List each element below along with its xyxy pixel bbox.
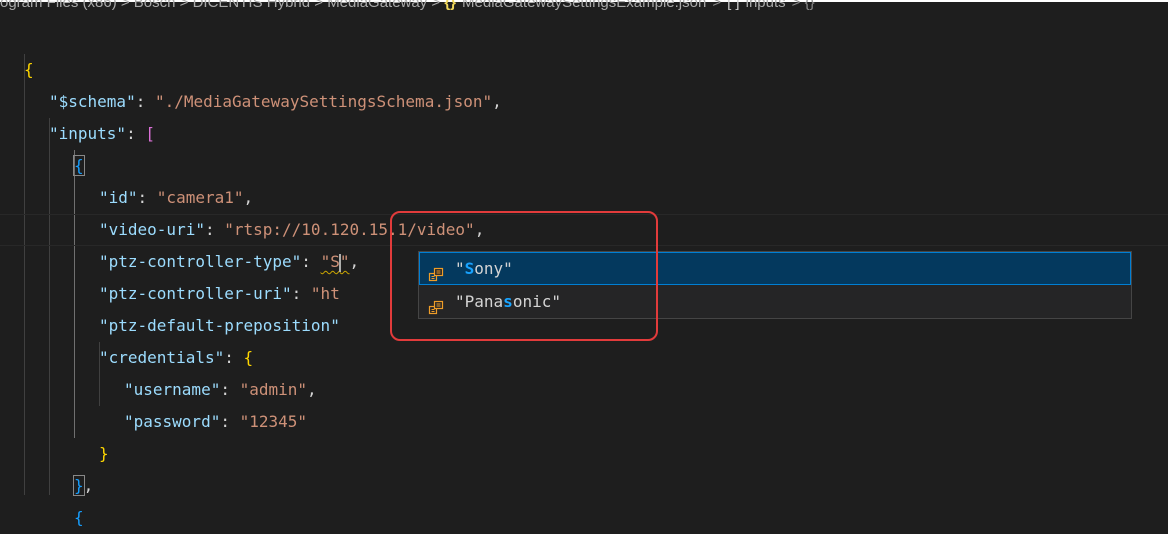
breadcrumb-separator: > <box>712 0 722 11</box>
array-icon: [ ] <box>727 0 740 11</box>
code-line-8[interactable]: "ptz-controller-uri": "ht <box>99 278 340 310</box>
breadcrumb-path[interactable]: ogram Files (x86) > Bosch > DICENTIS Hyb… <box>0 0 440 11</box>
code-line-12[interactable]: "password": "12345" <box>124 406 307 438</box>
code-line-9[interactable]: "ptz-default-preposition" <box>99 310 340 342</box>
code-line-13[interactable]: } <box>99 438 109 470</box>
code-line-7[interactable]: "ptz-controller-type": "S", <box>99 246 359 278</box>
code-line-2[interactable]: "$schema": "./MediaGatewaySettingsSchema… <box>49 86 502 118</box>
annotation-highlight-box <box>390 211 658 341</box>
code-line-11[interactable]: "username": "admin", <box>124 374 317 406</box>
breadcrumb[interactable]: ogram Files (x86) > Bosch > DICENTIS Hyb… <box>0 0 1168 16</box>
breadcrumb-tail[interactable]: > {} <box>786 0 821 11</box>
json-file-icon: {} <box>444 0 457 11</box>
code-line-3[interactable]: "inputs": [ <box>49 118 155 150</box>
code-line-14[interactable]: }, <box>73 470 93 502</box>
code-line-4[interactable]: { <box>73 150 85 182</box>
code-line-15[interactable]: { <box>74 502 84 534</box>
indent-guide-active <box>74 150 75 438</box>
indent-guide <box>24 54 25 495</box>
indent-guide <box>49 118 50 495</box>
breadcrumb-node[interactable]: inputs <box>746 0 786 11</box>
code-line-1[interactable]: { <box>24 54 34 86</box>
breadcrumb-file[interactable]: MediaGatewaySettingsExample.json <box>462 0 706 11</box>
code-line-5[interactable]: "id": "camera1", <box>99 182 253 214</box>
code-line-10[interactable]: "credentials": { <box>99 342 253 374</box>
